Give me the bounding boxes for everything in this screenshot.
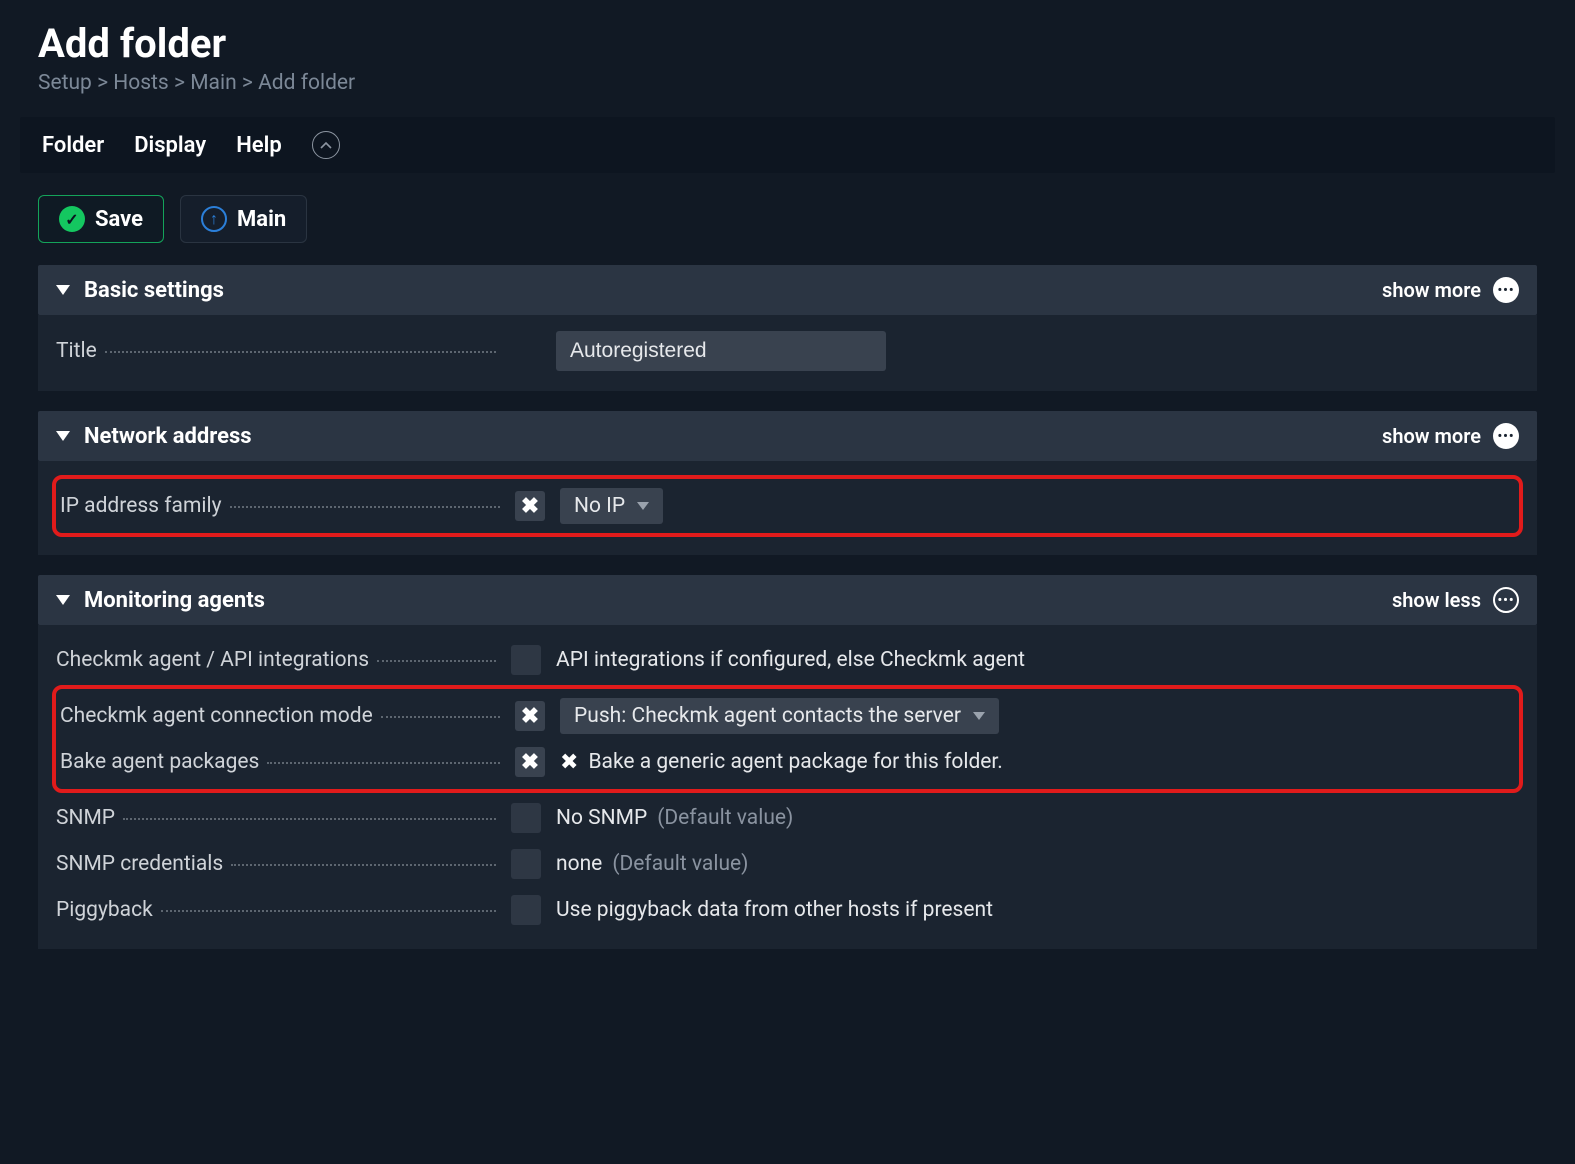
breadcrumb-item[interactable]: Hosts — [113, 71, 169, 95]
close-icon: ✖ — [521, 750, 539, 775]
menu-folder[interactable]: Folder — [42, 133, 104, 158]
field-label-piggyback: Piggyback — [56, 898, 153, 922]
chevron-down-icon — [973, 712, 985, 720]
chevron-down-icon — [56, 595, 70, 605]
check-icon: ✓ — [59, 206, 85, 232]
connection-mode-select[interactable]: Push: Checkmk agent contacts the server — [560, 698, 999, 734]
field-value-piggyback: Use piggyback data from other hosts if p… — [556, 898, 993, 922]
chevron-down-icon — [56, 431, 70, 441]
section-header[interactable]: Monitoring agents show less ••• — [38, 575, 1537, 625]
field-value-snmp-credentials: none — [556, 852, 602, 876]
chevron-up-icon[interactable] — [312, 131, 340, 159]
breadcrumb: Setup > Hosts > Main > Add folder — [38, 71, 1537, 95]
menubar: Folder Display Help — [20, 117, 1555, 173]
title-input[interactable] — [556, 331, 886, 371]
field-value-bake: Bake a generic agent package for this fo… — [588, 750, 1002, 774]
attribute-toggle-unchecked[interactable] — [511, 849, 541, 879]
section-header[interactable]: Network address show more ••• — [38, 411, 1537, 461]
ellipsis-icon[interactable]: ••• — [1493, 587, 1519, 613]
attribute-toggle-unchecked[interactable] — [511, 645, 541, 675]
section-network-address: Network address show more ••• IP address… — [38, 411, 1537, 555]
field-label-bake: Bake agent packages — [60, 750, 259, 774]
section-basic-settings: Basic settings show more ••• Title — [38, 265, 1537, 391]
chevron-down-icon — [56, 285, 70, 295]
attribute-toggle-checked[interactable]: ✖ — [515, 491, 545, 521]
attribute-toggle-unchecked[interactable] — [511, 803, 541, 833]
field-value-api: API integrations if configured, else Che… — [556, 648, 1025, 672]
field-label-connection-mode: Checkmk agent connection mode — [60, 704, 373, 728]
show-more-toggle[interactable]: show more — [1382, 278, 1481, 302]
breadcrumb-item[interactable]: Setup — [38, 71, 92, 95]
show-more-toggle[interactable]: show more — [1382, 424, 1481, 448]
field-label-ip-family: IP address family — [60, 494, 222, 518]
show-less-toggle[interactable]: show less — [1392, 588, 1481, 612]
default-indicator: (Default value) — [612, 852, 748, 876]
default-indicator: (Default value) — [657, 806, 793, 830]
up-arrow-icon: ↑ — [201, 206, 227, 232]
field-value-snmp: No SNMP — [556, 806, 647, 830]
section-header[interactable]: Basic settings show more ••• — [38, 265, 1537, 315]
close-icon: ✖ — [521, 704, 539, 729]
page-title: Add folder — [38, 20, 1537, 67]
highlight-box: IP address family ✖ No IP — [52, 475, 1523, 537]
field-label-snmp: SNMP — [56, 806, 115, 830]
breadcrumb-item: Add folder — [258, 71, 355, 95]
close-icon[interactable]: ✖ — [560, 750, 578, 775]
section-monitoring-agents: Monitoring agents show less ••• Checkmk … — [38, 575, 1537, 949]
menu-help[interactable]: Help — [236, 133, 282, 158]
ellipsis-icon[interactable]: ••• — [1493, 423, 1519, 449]
attribute-toggle-unchecked[interactable] — [511, 895, 541, 925]
menu-display[interactable]: Display — [134, 133, 206, 158]
close-icon: ✖ — [521, 494, 539, 519]
chevron-down-icon — [637, 502, 649, 510]
main-button[interactable]: ↑ Main — [180, 195, 307, 243]
highlight-box: Checkmk agent connection mode ✖ Push: Ch… — [52, 685, 1523, 793]
field-label-title: Title — [56, 339, 97, 363]
ip-family-select[interactable]: No IP — [560, 488, 663, 524]
field-label-snmp-credentials: SNMP credentials — [56, 852, 223, 876]
breadcrumb-item[interactable]: Main — [190, 71, 236, 95]
field-label-api: Checkmk agent / API integrations — [56, 648, 369, 672]
attribute-toggle-checked[interactable]: ✖ — [515, 747, 545, 777]
ellipsis-icon[interactable]: ••• — [1493, 277, 1519, 303]
attribute-toggle-checked[interactable]: ✖ — [515, 701, 545, 731]
save-button[interactable]: ✓ Save — [38, 195, 164, 243]
